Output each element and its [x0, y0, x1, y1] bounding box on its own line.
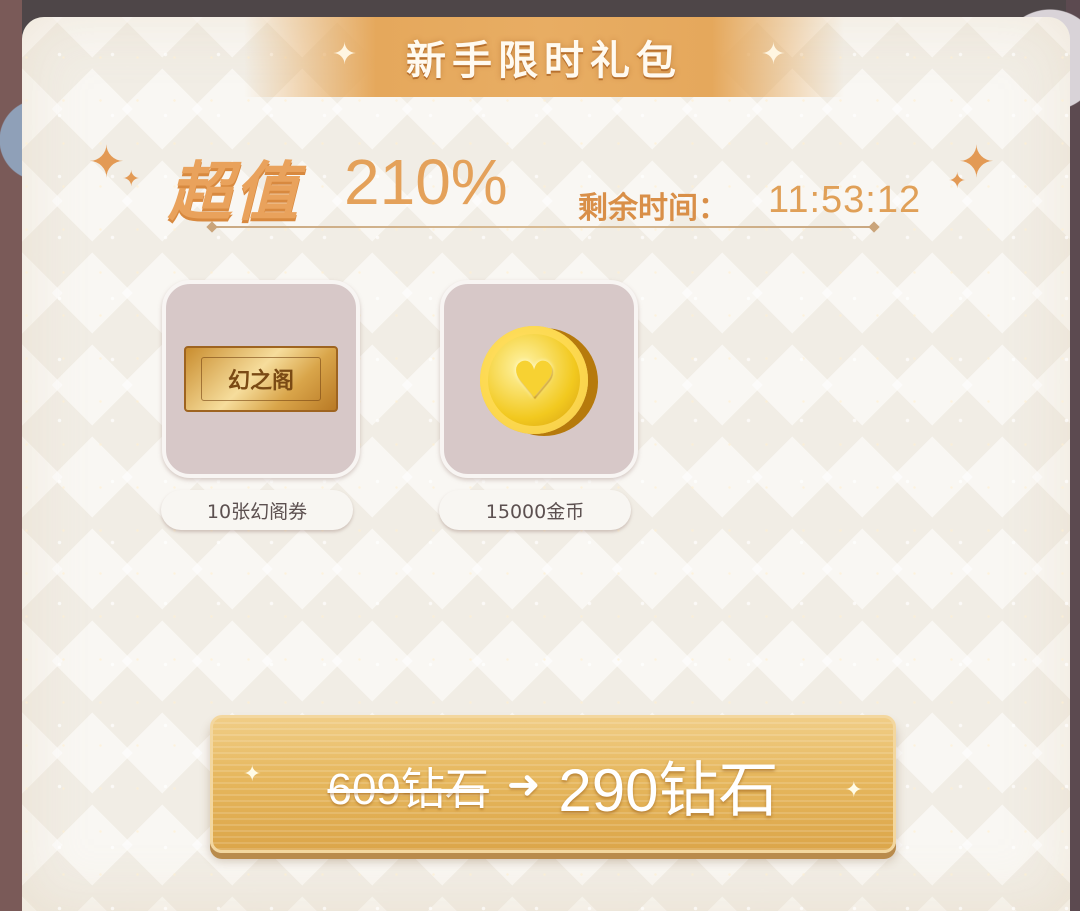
title-banner: ✦ 新手限时礼包 ✦ [244, 17, 844, 97]
price-content: 609钻石 ➜ 290钻石 [213, 740, 893, 830]
remaining-time-label: 剩余时间： [578, 191, 728, 226]
sparkle-star-icon: ✦ [122, 167, 141, 192]
purchase-button[interactable]: ✦ ✦ 609钻石 ➜ 290钻石 [210, 715, 896, 853]
reward-name: 10张幻阁券 [161, 490, 353, 530]
ticket-label: 幻之阁 [201, 357, 321, 401]
heart-icon: ♥ [511, 351, 557, 409]
reward-item[interactable]: 幻之阁 10张幻阁券 [161, 280, 360, 530]
divider [212, 226, 874, 228]
gold-coin-icon: ♥ [480, 326, 588, 434]
gift-pack-panel: ✦ 新手限时礼包 ✦ ✦ ✦ ✦ ✦ 超值 210% 剩余时间： 11:53:1… [22, 17, 1070, 911]
reward-name: 15000金币 [439, 490, 631, 530]
reward-tile[interactable]: 幻之阁 [162, 280, 360, 478]
value-percent: 210% [344, 146, 508, 218]
arrow-right-icon: ➜ [506, 762, 541, 808]
reward-item[interactable]: ♥ 15000金币 [439, 280, 638, 530]
sparkle-star-icon: ✦ [760, 37, 786, 72]
discount-price: 290钻石 [558, 756, 779, 824]
remaining-time-value: 11:53:12 [768, 179, 922, 221]
sparkle-star-icon: ✦ [332, 37, 358, 72]
original-price: 609钻石 [327, 765, 489, 814]
ticket-icon: 幻之阁 [184, 346, 338, 412]
reward-tile[interactable]: ♥ [440, 280, 638, 478]
page-title: 新手限时礼包 [406, 38, 682, 84]
offer-value-row: 超值 210% 剩余时间： 11:53:12 [160, 135, 980, 245]
value-label: 超值 [168, 156, 300, 230]
sparkle-star-icon: ✦ [88, 137, 125, 188]
